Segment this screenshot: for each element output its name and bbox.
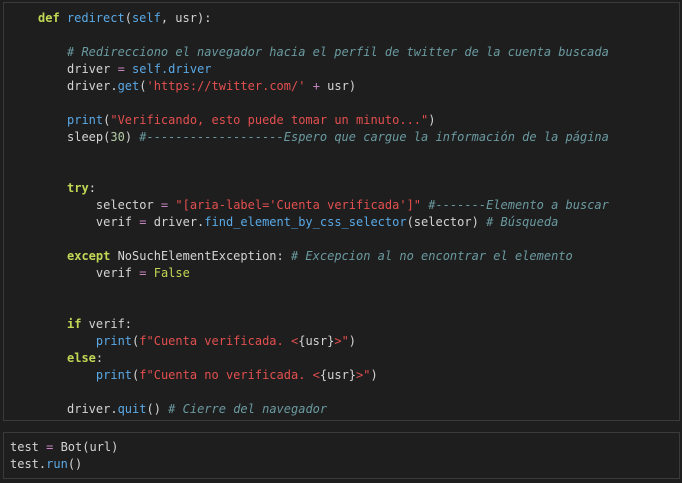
code-token: test <box>10 440 47 454</box>
code-token: run <box>46 457 68 471</box>
code-token: False <box>153 266 190 280</box>
code-cell-run[interactable]: test = Bot(url) test.run() <box>3 432 680 479</box>
code-token: (selector) <box>406 215 487 229</box>
code-token: : <box>95 351 104 365</box>
code-token: # Cierre del navegador <box>168 402 328 416</box>
code-token: () <box>67 457 83 471</box>
code-token: usr) <box>319 79 357 93</box>
code-token: ) <box>370 368 378 382</box>
code-token: verif <box>67 215 140 229</box>
code-line: driver.get('https://twitter.com/' + usr) <box>67 78 356 95</box>
code-token: get <box>117 79 140 93</box>
code-token: verif <box>67 266 140 280</box>
code-token: = <box>117 62 125 76</box>
code-token: driver. <box>146 215 205 229</box>
code-token: ( <box>124 11 132 25</box>
code-token: ) <box>124 130 140 144</box>
code-token: # Redirecciono el navegador hacia el per… <box>67 45 609 59</box>
code-token: # Excepcion al no encontrar el elemento <box>290 249 573 263</box>
code-token: f"Cuenta no verificada. < <box>139 368 320 382</box>
code-token: Bot(url) <box>53 440 119 454</box>
code-token: ) <box>428 113 436 127</box>
code-line: driver.quit() # Cierre del navegador <box>67 401 327 418</box>
code-token: redirect <box>66 11 125 25</box>
code-line: test = Bot(url) <box>10 439 118 456</box>
code-token: except <box>67 249 111 263</box>
code-token: self <box>131 11 161 25</box>
code-token: ( <box>139 79 147 93</box>
code-line: print(f"Cuenta verificada. <{usr}>") <box>67 333 356 350</box>
code-token: "[aria-label='Cuenta verificada']" <box>175 198 422 212</box>
code-token: + <box>312 79 320 93</box>
code-token: self.driver <box>132 62 212 76</box>
code-token: try <box>67 181 89 195</box>
code-token: verif: <box>81 317 133 331</box>
code-line: verif = False <box>67 265 190 282</box>
code-token: {usr} <box>319 368 357 382</box>
code-token: print <box>67 113 104 127</box>
code-token: print <box>95 368 133 382</box>
code-line: sleep(30) #-------------------Espero que… <box>67 129 609 146</box>
code-token: f"Cuenta verificada. < <box>139 334 299 348</box>
code-line: except NoSuchElementException: # Excepci… <box>67 248 573 265</box>
code-line: if verif: <box>67 316 132 333</box>
code-token: # Búsqueda <box>486 215 559 229</box>
code-line: print(f"Cuenta no verificada. <{usr}>") <box>67 367 378 384</box>
code-token: test. <box>10 457 47 471</box>
code-token: quit <box>117 402 147 416</box>
code-line: print("Verificando, esto puede tomar un … <box>67 112 435 129</box>
code-line: try: <box>67 180 96 197</box>
code-line: else: <box>67 350 103 367</box>
code-token: () <box>146 402 169 416</box>
code-token: driver. <box>67 402 118 416</box>
code-token: def <box>38 11 67 25</box>
code-token: >" <box>356 368 371 382</box>
code-token: driver <box>67 62 118 76</box>
code-token: find_element_by_css_selector <box>204 215 407 229</box>
code-token: >" <box>334 334 349 348</box>
code-token: , usr): <box>160 11 212 25</box>
code-token: 'https://twitter.com/' <box>146 79 306 93</box>
code-token: "Verificando, esto puede tomar un minuto… <box>110 113 429 127</box>
code-line: verif = driver.find_element_by_css_selec… <box>67 214 558 231</box>
code-token: {usr} <box>298 334 335 348</box>
code-token: 30 <box>110 130 125 144</box>
code-line: # Redirecciono el navegador hacia el per… <box>67 44 609 61</box>
code-token: selector <box>67 198 161 212</box>
code-token: #-------Elemento a buscar <box>428 198 609 212</box>
code-line: driver = self.driver <box>67 61 212 78</box>
code-token: driver. <box>67 79 118 93</box>
code-token: NoSuchElementException: <box>110 249 291 263</box>
code-token: #-------------------Espero que cargue la… <box>139 130 609 144</box>
code-token: sleep( <box>67 130 111 144</box>
code-token: if <box>67 317 82 331</box>
code-token: : <box>88 181 96 195</box>
code-token: else <box>67 351 96 365</box>
code-cell-redirect[interactable]: def redirect(self, usr): # Redirecciono e… <box>3 2 680 421</box>
code-token: print <box>95 334 133 348</box>
code-token: ) <box>348 334 357 348</box>
code-line: test.run() <box>10 456 82 473</box>
code-line: def redirect(self, usr): <box>38 10 211 27</box>
code-line: selector = "[aria-label='Cuenta verifica… <box>67 197 609 214</box>
